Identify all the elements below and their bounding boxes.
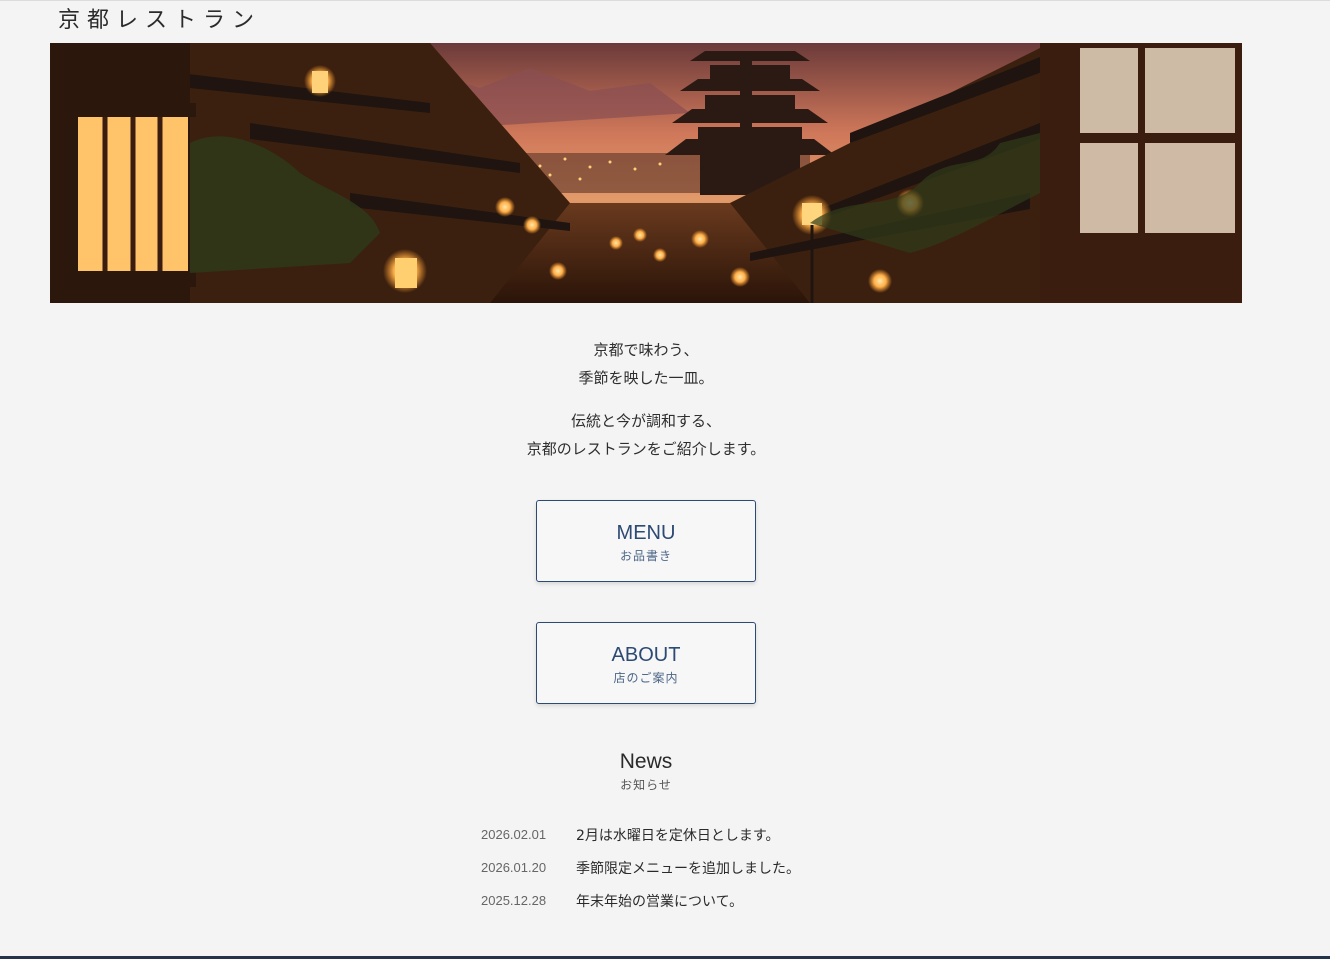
intro-line-3: 伝統と今が調和する、 <box>570 412 721 430</box>
intro-text: 京都で味わう、 季節を映した一皿。 伝統と今が調和する、 京都のレストランをご紹… <box>0 336 1292 478</box>
news-date: 2026.01.20 <box>481 860 547 875</box>
about-button-sublabel: 店のご案内 <box>613 671 679 685</box>
site-title[interactable]: 京都レストラン <box>58 4 261 38</box>
intro-line-4: 京都のレストランをご紹介します。 <box>526 440 766 458</box>
news-text: 年末年始の営業について。 <box>576 893 744 910</box>
about-button-label: ABOUT <box>611 644 681 666</box>
hero-illustration <box>50 43 1242 303</box>
hero-image <box>50 43 1242 303</box>
news-item[interactable]: 2026.02.01 2月は水曜日を定休日とします。 <box>481 818 800 851</box>
news-text: 2月は水曜日を定休日とします。 <box>576 827 780 844</box>
menu-button[interactable]: MENU お品書き <box>536 500 756 582</box>
intro-line-2: 季節を映した一皿。 <box>578 369 714 387</box>
top-divider <box>0 0 1330 1</box>
news-heading: News お知らせ <box>0 748 1292 794</box>
intro-paragraph-1: 京都で味わう、 季節を映した一皿。 <box>0 336 1292 392</box>
news-list: 2026.02.01 2月は水曜日を定休日とします。 2026.01.20 季節… <box>481 818 800 917</box>
news-date: 2026.02.01 <box>481 827 547 842</box>
news-subtitle: お知らせ <box>620 778 672 792</box>
intro-line-1: 京都で味わう、 <box>593 341 699 359</box>
news-date: 2025.12.28 <box>481 893 547 908</box>
news-title: News <box>619 750 673 773</box>
menu-button-sublabel: お品書き <box>619 549 672 563</box>
news-item[interactable]: 2025.12.28 年末年始の営業について。 <box>481 884 800 917</box>
about-button[interactable]: ABOUT 店のご案内 <box>536 622 756 704</box>
menu-button-label: MENU <box>616 522 676 544</box>
intro-paragraph-2: 伝統と今が調和する、 京都のレストランをご紹介します。 <box>0 407 1292 463</box>
news-item[interactable]: 2026.01.20 季節限定メニューを追加しました。 <box>481 851 800 884</box>
news-text: 季節限定メニューを追加しました。 <box>576 860 800 877</box>
